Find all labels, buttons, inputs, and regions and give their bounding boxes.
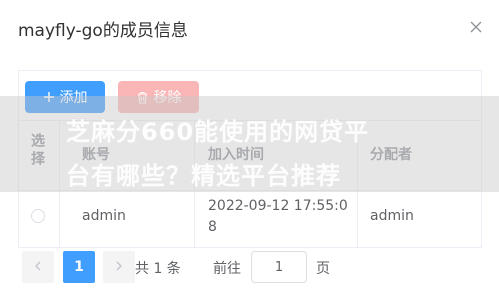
row-select-radio[interactable] — [31, 209, 45, 223]
pager-page-1[interactable]: 1 — [63, 251, 95, 283]
cell-account: admin — [82, 208, 126, 224]
pager-next-button[interactable] — [103, 251, 135, 283]
pager-page-suffix: 页 — [316, 261, 330, 277]
chevron-right-icon — [115, 260, 123, 275]
cell-join-time: 2022-09-12 17:55:08 — [208, 198, 348, 235]
ad-watermark-overlay: 芝麻分660能使用的网贷平 台有哪些？精选平台推荐 — [0, 96, 499, 192]
pager-total: 共 1 条 — [135, 261, 181, 277]
dialog-title: mayfly-go的成员信息 — [18, 21, 188, 41]
pager-goto-input[interactable] — [251, 251, 307, 283]
watermark-line-1: 芝麻分660能使用的网贷平 — [66, 118, 370, 146]
chevron-left-icon — [34, 260, 42, 275]
member-dialog: mayfly-go的成员信息 添加 移除 选择 账号 加入时间 分配者 admi… — [0, 0, 499, 295]
pager-goto-label: 前往 — [213, 261, 241, 277]
close-icon[interactable] — [468, 19, 484, 35]
watermark-line-2: 台有哪些？精选平台推荐 — [66, 162, 341, 190]
table-bottom-border — [18, 247, 482, 248]
pager-prev-button[interactable] — [22, 251, 54, 283]
cell-assigner: admin — [370, 208, 414, 224]
